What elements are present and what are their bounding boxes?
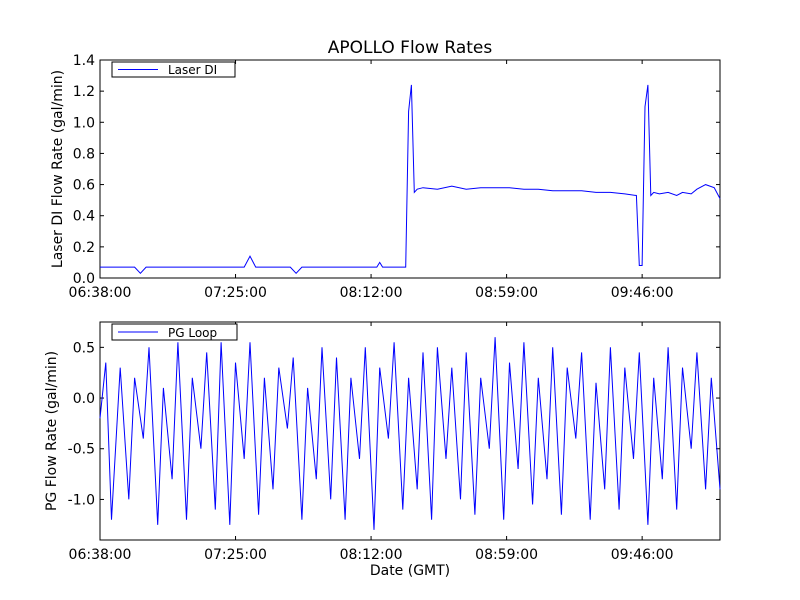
laser-di-panel: 06:38:00 07:25:00 08:12:00 08:59:00 09:46:00… [50,53,721,301]
y-tick-label: 1.0 [73,115,95,131]
pg-loop-legend-label: PG Loop [168,326,217,340]
pg-loop-legend: PG Loop [111,323,238,341]
chart-title: APOLLO Flow Rates [328,38,493,58]
pg-loop-plot-area [99,321,721,541]
y-tick-label: -1.0 [68,492,95,508]
x-tick-label: 07:25:00 [204,547,267,563]
chart-figure: APOLLO Flow Rates 06:38:00 07:25:00 08:12:… [44,38,721,579]
x-tick-label: 09:46:00 [611,547,674,563]
y-tick-label: 0.2 [73,240,95,256]
laser-di-legend-label: Laser DI [168,63,217,77]
y-tick-label: 0.0 [73,391,95,407]
pg-loop-ylabel: PG Flow Rate (gal/min) [44,351,60,511]
laser-di-plot-area [99,59,721,279]
y-tick-label: 0.0 [73,271,95,287]
x-tick-label: 07:25:00 [204,285,267,301]
x-axis-label: Date (GMT) [370,563,450,579]
x-tick-label: 09:46:00 [611,285,674,301]
laser-di-ylabel: Laser DI Flow Rate (gal/min) [50,70,66,268]
x-tick-label: 06:38:00 [69,285,132,301]
x-tick-label: 08:12:00 [340,285,403,301]
x-tick-label: 06:38:00 [69,547,132,563]
y-tick-label: 1.4 [73,53,95,69]
x-tick-label: 08:59:00 [475,547,538,563]
x-tick-label: 08:59:00 [475,285,538,301]
y-tick-label: 1.2 [73,84,95,100]
y-tick-label: 0.5 [73,340,95,356]
y-tick-label: 0.6 [73,178,95,194]
x-tick-label: 08:12:00 [340,547,403,563]
laser-di-legend: Laser DI [111,61,236,78]
y-tick-label: 0.4 [73,209,95,225]
y-tick-label: -0.5 [68,442,95,458]
pg-loop-panel: 06:38:00 07:25:00 08:12:00 08:59:00 09:46:00… [44,321,721,563]
y-tick-label: 0.8 [73,146,95,162]
